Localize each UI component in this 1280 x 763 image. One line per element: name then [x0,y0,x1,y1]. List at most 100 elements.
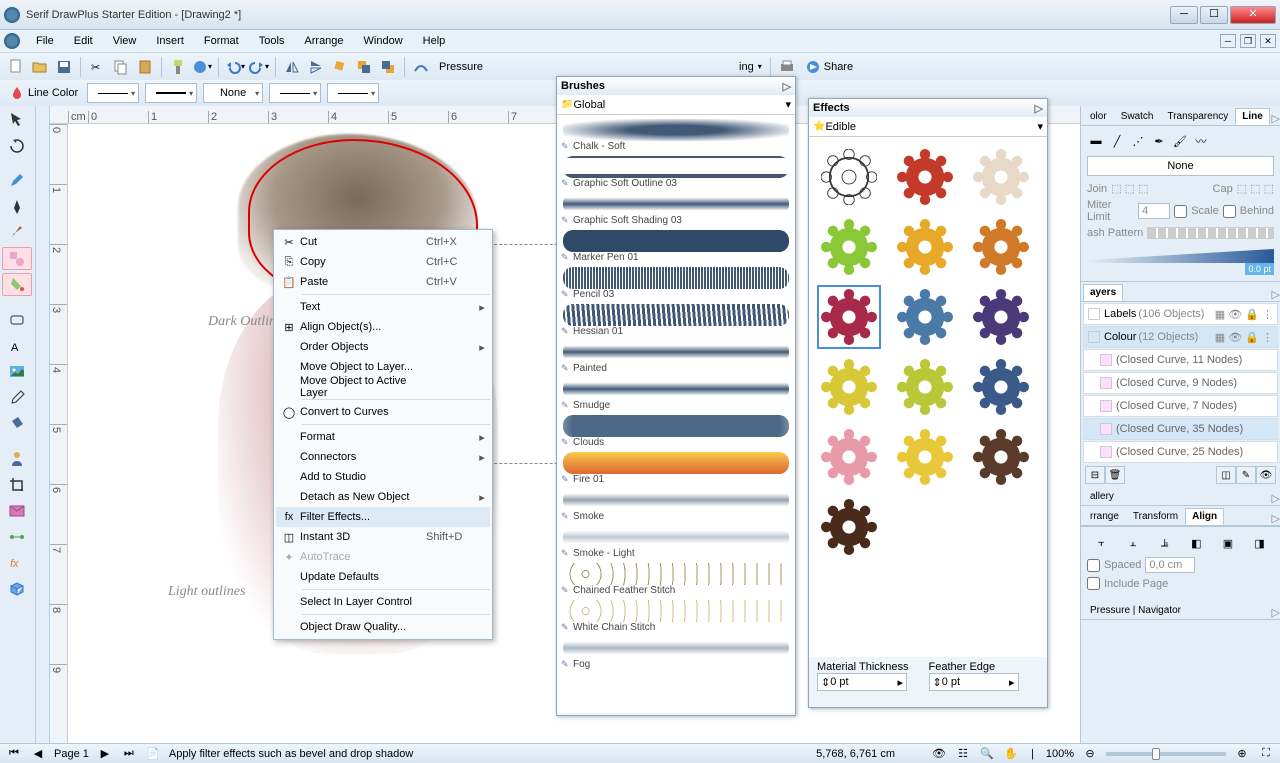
view-hand-icon[interactable]: ✋ [1003,747,1019,761]
brush-marker-pen-01[interactable]: Marker Pen 01 [561,230,791,267]
transparency-tab[interactable]: Transparency [1160,108,1235,125]
brush-clouds[interactable]: Clouds [561,415,791,452]
transform-tab[interactable]: Transform [1126,508,1185,525]
send-back-button[interactable] [377,56,399,78]
3d-tool[interactable] [2,577,32,600]
view-search-icon[interactable]: 🔍 [979,747,995,761]
menu-format[interactable]: Format [194,33,249,49]
layer-row-5[interactable]: (Closed Curve, 35 Nodes) [1083,418,1278,440]
next-page-button[interactable]: ▶ [97,747,113,761]
mdi-minimize-button[interactable]: ─ [1220,34,1236,48]
line-none-button[interactable]: None [1087,156,1274,176]
ctx-move-object-to-active-layer[interactable]: Move Object to Active Layer [276,377,490,397]
ctx-object-draw-quality[interactable]: Object Draw Quality... [276,617,490,637]
maximize-button[interactable]: ☐ [1200,6,1228,24]
brush-chalk-soft[interactable]: Chalk - Soft [561,119,791,156]
menu-tools[interactable]: Tools [249,33,295,49]
page-info-icon[interactable]: 📄 [145,747,161,761]
dash-pattern[interactable] [1147,227,1274,239]
effect-gear-0[interactable] [817,145,881,209]
cut-button[interactable]: ✂ [86,56,108,78]
layer-row-6[interactable]: (Closed Curve, 25 Nodes) [1083,441,1278,463]
align-top[interactable]: ⫟ [1090,533,1112,553]
brush-pencil-03[interactable]: Pencil 03 [561,267,791,304]
align-left[interactable]: ◧ [1185,533,1207,553]
web-button[interactable]: ▾ [191,56,213,78]
text-tool[interactable]: A [2,334,32,357]
brush-smoke-light[interactable]: Smoke - Light [561,526,791,563]
effect-gear-14[interactable] [969,425,1033,489]
fx-tool[interactable]: fx [2,551,32,574]
new-button[interactable] [5,56,27,78]
brush-graphic-soft-outline-03[interactable]: Graphic Soft Outline 03 [561,156,791,193]
brush-painted[interactable]: Painted [561,341,791,378]
brush-smoke[interactable]: Smoke [561,489,791,526]
crop-tool[interactable] [2,473,32,496]
line-type-solid[interactable]: ▬ [1087,132,1105,150]
menu-window[interactable]: Window [354,33,413,49]
line-type-dash[interactable]: ╱ [1108,132,1126,150]
brush-fire-01[interactable]: Fire 01 [561,452,791,489]
share-button[interactable]: Share [799,57,859,77]
effect-gear-4[interactable] [893,215,957,279]
line-weight-preview[interactable] [1087,243,1274,263]
zoom-out-button[interactable]: ⊖ [1082,747,1098,761]
scale-checkbox[interactable] [1174,205,1187,218]
ctx-text[interactable]: Text▸ [276,297,490,317]
bring-front-button[interactable] [353,56,375,78]
ctx-convert-to-curves[interactable]: ◯Convert to Curves [276,402,490,422]
brush-hessian-01[interactable]: Hessian 01 [561,304,791,341]
fill-tool[interactable] [2,273,32,296]
layer-row-1[interactable]: Colour (12 Objects)▦ 👁 🔒 ⋮ [1083,326,1278,348]
effect-gear-10[interactable] [893,355,957,419]
layer-collapse-button[interactable]: ⊟ [1085,466,1105,484]
layer-mode2-button[interactable]: ✎ [1236,466,1256,484]
image-tool[interactable] [2,360,32,383]
layer-mode1-button[interactable]: ◫ [1216,466,1236,484]
effect-gear-13[interactable] [893,425,957,489]
menu-view[interactable]: View [103,33,147,49]
first-page-button[interactable]: ⏮ [6,747,22,761]
line-style-dropdown[interactable]: ▾ [145,83,197,103]
ctx-move-object-to-layer[interactable]: Move Object to Layer... [276,357,490,377]
redo-button[interactable]: ▾ [248,56,270,78]
menu-help[interactable]: Help [413,33,456,49]
copy-button[interactable] [110,56,132,78]
layer-delete-button[interactable]: 🗑 [1105,466,1125,484]
minimize-button[interactable]: ─ [1170,6,1198,24]
pressure-nav-tabs[interactable]: Pressure | Navigator [1083,602,1188,619]
zoom-in-button[interactable]: ⊕ [1234,747,1250,761]
zoom-slider[interactable] [1106,752,1226,756]
brushes-category-dropdown[interactable]: 📁 Global▾ [557,95,795,115]
view-stack-icon[interactable]: ☷ [955,747,971,761]
effects-category-dropdown[interactable]: ⭐ Edible▾ [809,117,1047,137]
pencil-tool[interactable] [2,169,32,192]
eyedrop-tool[interactable] [2,386,32,409]
layer-row-4[interactable]: (Closed Curve, 7 Nodes) [1083,395,1278,417]
include-page-checkbox[interactable] [1087,577,1100,590]
flip-v-button[interactable] [305,56,327,78]
brushes-panel[interactable]: Brushes▷ 📁 Global▾ Chalk - SoftGraphic S… [556,76,796,716]
nodes-tool[interactable] [2,525,32,548]
line-start-dropdown[interactable]: ▾ [269,83,321,103]
ctx-instant-3d[interactable]: ◫Instant 3DShift+D [276,527,490,547]
open-button[interactable] [29,56,51,78]
layer-row-3[interactable]: (Closed Curve, 9 Nodes) [1083,372,1278,394]
feather-edge-input[interactable]: ⇕ 0 pt ▸ [929,673,1019,691]
print-button[interactable] [776,56,798,78]
menu-edit[interactable]: Edit [64,33,103,49]
people-tool[interactable] [2,447,32,470]
format-painter-button[interactable] [167,56,189,78]
quickshape-tool[interactable] [2,247,32,270]
ctx-select-in-layer-control[interactable]: Select In Layer Control [276,592,490,612]
effect-gear-8[interactable] [969,285,1033,349]
paste-button[interactable] [134,56,156,78]
layer-row-2[interactable]: (Closed Curve, 11 Nodes) [1083,349,1278,371]
menu-arrange[interactable]: Arrange [294,33,353,49]
ctx-detach-as-new-object[interactable]: Detach as New Object▸ [276,487,490,507]
layers-tab[interactable]: ayers [1083,284,1123,301]
effects-panel[interactable]: Effects▷ ⭐ Edible▾ Material Thickness ⇕ … [808,98,1048,708]
ctx-filter-effects[interactable]: fxFilter Effects... [276,507,490,527]
align-tab[interactable]: Align [1185,508,1224,525]
ctx-connectors[interactable]: Connectors▸ [276,447,490,467]
